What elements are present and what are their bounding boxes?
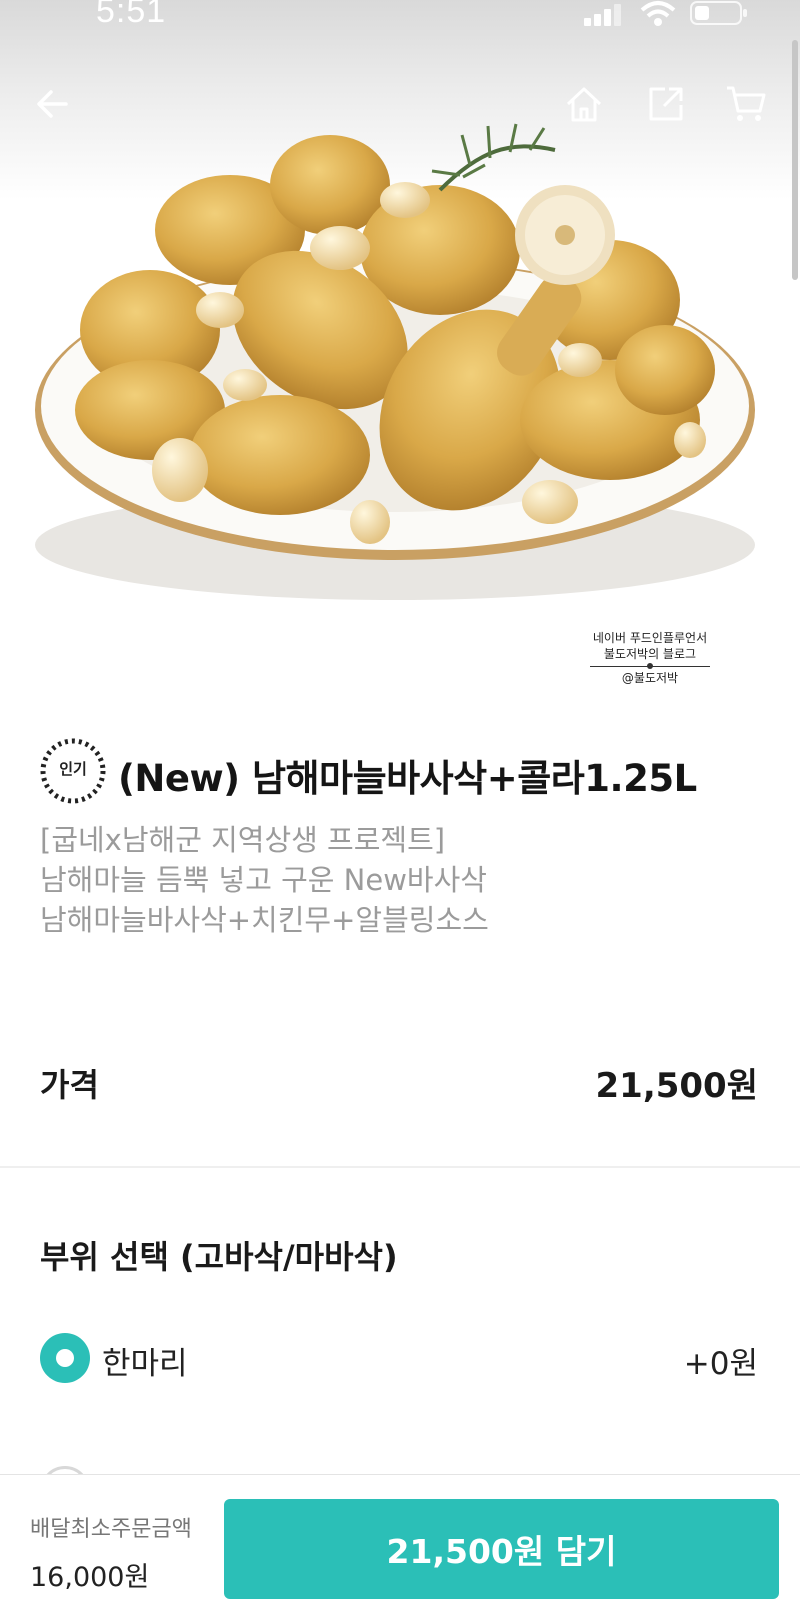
wifi-icon — [640, 1, 676, 26]
option-label[interactable]: 한마리 — [102, 1338, 188, 1383]
share-icon — [649, 87, 683, 121]
min-order-label: 배달최소주문금액 — [30, 1517, 192, 1542]
product-title: (New) 남해마늘바사삭+콜라1.25L — [118, 757, 697, 800]
price-label: 가격 — [40, 1066, 99, 1104]
product-description: [굽네x남해군 지역상생 프로젝트] 남해마늘 듬뿍 넣고 구운 New바사삭 … — [40, 820, 760, 940]
option-price: +0원 — [683, 1346, 758, 1382]
home-icon — [566, 87, 602, 122]
back-arrow-icon — [37, 90, 68, 118]
scrollbar[interactable] — [792, 40, 798, 280]
image-credit-watermark: 네이버 푸드인플루언서 불도저박의 블로그 @불도저박 — [580, 630, 720, 686]
battery-icon — [690, 1, 747, 25]
signal-icon — [584, 4, 621, 26]
add-to-cart-button[interactable]: 21,500원 담기 — [224, 1499, 779, 1599]
description-line: [굽네x남해군 지역상생 프로젝트] — [40, 823, 446, 857]
popular-badge-label: 인기 — [59, 760, 87, 778]
status-time: 5:51 — [96, 0, 167, 30]
price-value: 21,500원 — [595, 1066, 758, 1106]
credit-line-2: 불도저박의 블로그 — [603, 647, 697, 661]
section-divider — [0, 1166, 800, 1168]
credit-divider — [590, 663, 710, 669]
cart-icon — [727, 86, 766, 121]
share-button[interactable] — [642, 80, 690, 128]
description-line: 남해마늘 듬뿍 넣고 구운 New바사삭 — [40, 863, 487, 897]
back-button[interactable] — [28, 80, 76, 128]
description-line: 남해마늘바사삭+치킨무+알블링소스 — [40, 903, 489, 937]
bottom-order-bar: 배달최소주문금액 16,000원 21,500원 담기 — [0, 1474, 800, 1620]
credit-handle: @불도저박 — [621, 671, 679, 685]
option-group-title: 부위 선택 (고바삭/마바삭) — [40, 1238, 398, 1276]
min-order-value: 16,000원 — [30, 1562, 150, 1593]
status-bar: 5:51 — [0, 0, 800, 40]
home-button[interactable] — [560, 80, 608, 128]
credit-line-1: 네이버 푸드인플루언서 — [592, 631, 708, 645]
option-radio-selected[interactable] — [40, 1333, 90, 1383]
cart-button[interactable] — [722, 80, 770, 128]
